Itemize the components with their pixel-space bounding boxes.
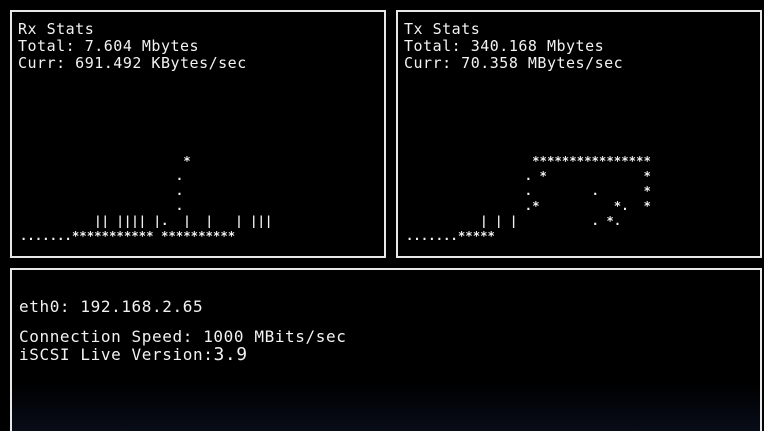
tx-graph-line: .......***** <box>406 229 629 243</box>
tx-graph-line: .* *. * <box>406 199 652 213</box>
tx-graph-line: **************** <box>406 154 652 168</box>
interface-address: eth0: 192.168.2.65 <box>19 297 204 316</box>
tx-stats-panel: Tx Stats Total: 340.168 Mbytes Curr: 70.… <box>396 10 762 258</box>
rx-stats-header: Rx Stats Total: 7.604 Mbytes Curr: 691.4… <box>18 21 247 72</box>
tx-graph-line: . * * <box>406 169 652 183</box>
rx-graph-line: * <box>20 154 251 168</box>
rx-graph-line: . <box>20 199 251 213</box>
tx-graph-line: . . * <box>406 184 652 198</box>
tx-stats-title: Tx Stats <box>404 20 481 38</box>
version-label: iSCSI Live Version: <box>19 345 214 364</box>
rx-stats-title: Rx Stats <box>18 20 95 38</box>
version-line: iSCSI Live Version:3.9 <box>19 346 346 364</box>
rx-graph-line: || |||| |. | | | ||| <box>20 214 273 228</box>
rx-graph-line: . <box>20 169 251 183</box>
connection-speed: Connection Speed: 1000 MBits/sec <box>19 327 347 346</box>
tx-current-rate: Curr: 70.358 MBytes/sec <box>404 54 624 72</box>
rx-current-rate: Curr: 691.492 KBytes/sec <box>18 54 247 72</box>
tx-total: Total: 340.168 Mbytes <box>404 37 605 55</box>
rx-graph-line: . <box>20 184 251 198</box>
rx-stats-panel: Rx Stats Total: 7.604 Mbytes Curr: 691.4… <box>10 10 386 258</box>
tx-graph: **************** . * * . . * .* *. * | |… <box>406 154 651 244</box>
tx-stats-header: Tx Stats Total: 340.168 Mbytes Curr: 70.… <box>404 21 623 72</box>
rx-total: Total: 7.604 Mbytes <box>18 37 200 55</box>
version-value: 3.9 <box>213 344 248 365</box>
rx-graph: * . . . || |||| |. | | | ||| .......****… <box>20 154 272 244</box>
rx-graph-line: .......*********** ********** <box>20 229 236 243</box>
network-info: eth0: 192.168.2.65 Connection Speed: 100… <box>19 298 346 364</box>
tx-graph-line: | | | . *. <box>406 214 637 228</box>
network-info-panel: eth0: 192.168.2.65 Connection Speed: 100… <box>10 268 762 431</box>
